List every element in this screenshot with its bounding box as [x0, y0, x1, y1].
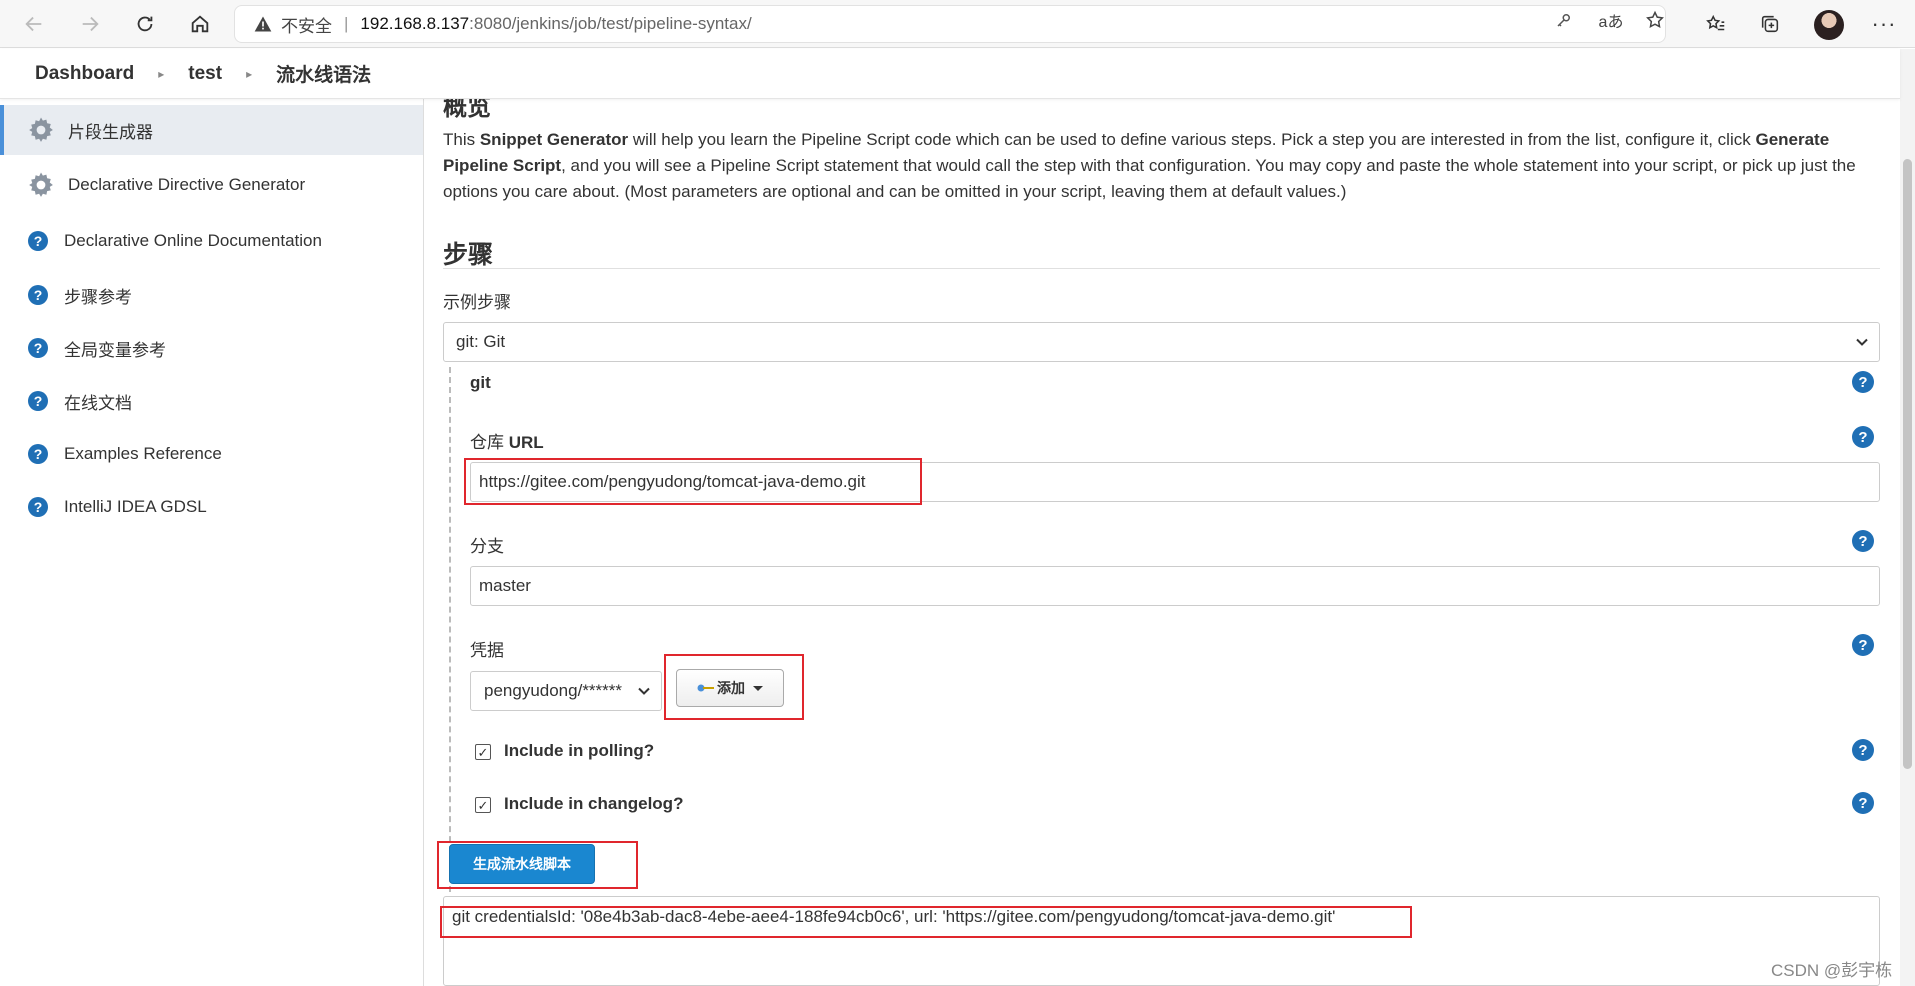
- favorite-star-icon[interactable]: [1644, 9, 1666, 31]
- add-credentials-button[interactable]: 添加: [676, 669, 784, 707]
- help-icon[interactable]: ?: [1852, 371, 1874, 393]
- collections-icon[interactable]: [1756, 10, 1784, 38]
- chevron-down-icon: [1856, 338, 1868, 346]
- key-icon: [697, 684, 714, 692]
- step-config-rail: [449, 367, 451, 922]
- branch-value: master: [479, 576, 531, 595]
- chevron-down-icon: [638, 687, 650, 695]
- forward-arrow-icon[interactable]: [74, 8, 106, 40]
- sidebar-item-examples-reference[interactable]: ? Examples Reference: [0, 429, 423, 479]
- page-scrollbar[interactable]: [1900, 49, 1915, 986]
- sidebar-item-online-docs[interactable]: ? 在线文档: [0, 376, 423, 426]
- sidebar: 片段生成器 Declarative Directive Generator ? …: [0, 99, 424, 986]
- include-polling-checkbox[interactable]: ✓: [475, 744, 491, 760]
- branch-input[interactable]: master: [470, 566, 1880, 606]
- read-aloud-icon[interactable]: aあ: [1596, 9, 1626, 31]
- refresh-icon[interactable]: [129, 8, 161, 40]
- git-heading: git: [470, 373, 491, 392]
- repo-url-input[interactable]: https://gitee.com/pengyudong/tomcat-java…: [470, 462, 1880, 502]
- sample-step-label: 示例步骤: [443, 293, 511, 312]
- sidebar-item-snippet-generator[interactable]: 片段生成器: [0, 105, 423, 155]
- gear-icon: [29, 117, 53, 142]
- breadcrumb-pipeline-syntax[interactable]: 流水线语法: [276, 60, 371, 87]
- snippet-generator-description: This Snippet Generator will help you lea…: [443, 127, 1880, 205]
- sidebar-item-global-variables[interactable]: ? 全局变量参考: [0, 323, 423, 373]
- breadcrumb-test[interactable]: test: [188, 63, 222, 85]
- sidebar-item-intellij-gdsl[interactable]: ? IntelliJ IDEA GDSL: [0, 482, 423, 532]
- sidebar-item-label: 在线文档: [64, 393, 132, 413]
- add-button-label: 添加: [717, 680, 745, 696]
- repo-url-value: https://gitee.com/pengyudong/tomcat-java…: [479, 472, 866, 491]
- generate-button-label: 生成流水线脚本: [473, 856, 571, 872]
- sidebar-item-label: Examples Reference: [64, 444, 222, 463]
- gear-icon: [29, 172, 53, 197]
- caret-down-icon: [753, 685, 763, 691]
- breadcrumb-chevron-icon: ▸: [246, 66, 253, 81]
- sidebar-item-online-documentation[interactable]: ? Declarative Online Documentation: [0, 216, 423, 266]
- description-bold: Snippet Generator: [479, 130, 629, 149]
- back-arrow-icon[interactable]: [18, 8, 50, 40]
- include-changelog-label: Include in changelog?: [504, 794, 684, 813]
- watermark: CSDN @彭宇栋: [1771, 961, 1893, 980]
- help-icon[interactable]: ?: [1852, 792, 1874, 814]
- sidebar-item-steps-reference[interactable]: ? 步骤参考: [0, 270, 423, 320]
- description-text: This: [443, 130, 480, 149]
- generate-pipeline-script-button[interactable]: 生成流水线脚本: [449, 844, 595, 884]
- help-icon[interactable]: ?: [1852, 634, 1874, 656]
- sidebar-item-label: Declarative Online Documentation: [64, 231, 322, 250]
- include-polling-label: Include in polling?: [504, 741, 655, 760]
- sample-step-value: git: Git: [456, 332, 506, 351]
- sidebar-item-label: 步骤参考: [64, 287, 132, 307]
- insecure-label: 不安全: [281, 16, 332, 36]
- browser-toolbar: 不安全 | 192.168.8.137:8080/jenkins/job/tes…: [0, 0, 1915, 48]
- more-menu-icon[interactable]: ···: [1870, 10, 1898, 38]
- sidebar-item-label: 全局变量参考: [64, 340, 166, 360]
- help-icon: ?: [28, 391, 48, 411]
- help-icon: ?: [28, 444, 48, 464]
- include-changelog-checkbox[interactable]: ✓: [475, 797, 491, 813]
- warning-icon: [254, 16, 272, 32]
- address-bar[interactable]: 不安全 | 192.168.8.137:8080/jenkins/job/tes…: [234, 5, 1666, 43]
- sidebar-item-directive-generator[interactable]: Declarative Directive Generator: [0, 160, 423, 210]
- breadcrumb-dashboard[interactable]: Dashboard: [35, 63, 134, 85]
- help-icon: ?: [28, 497, 48, 517]
- scrollbar-thumb[interactable]: [1903, 159, 1912, 769]
- sidebar-item-label: Declarative Directive Generator: [68, 175, 306, 194]
- url-path: :8080/jenkins/job/test/pipeline-syntax/: [469, 14, 752, 33]
- main-content: 概览 This Snippet Generator will help you …: [443, 94, 1880, 986]
- favorites-icon[interactable]: [1702, 10, 1730, 38]
- section-divider: [443, 268, 1880, 269]
- url-host: 192.168.8.137: [360, 14, 470, 33]
- sidebar-item-label: 片段生成器: [68, 122, 153, 142]
- repo-url-label-cn: 仓库: [470, 433, 509, 452]
- home-icon[interactable]: [184, 8, 216, 40]
- sample-step-select[interactable]: git: Git: [443, 322, 1880, 362]
- help-icon[interactable]: ?: [1852, 530, 1874, 552]
- description-text: , and you will see a Pipeline Script sta…: [443, 156, 1856, 201]
- branch-label: 分支: [470, 537, 504, 556]
- address-separator: |: [344, 14, 349, 33]
- repo-url-label: 仓库 URL: [470, 428, 544, 453]
- credentials-value: pengyudong/******: [484, 681, 623, 700]
- credentials-label: 凭据: [470, 641, 504, 660]
- breadcrumb: Dashboard ▸ test ▸ 流水线语法: [0, 49, 1900, 99]
- steps-title: 步骤: [443, 241, 494, 269]
- breadcrumb-chevron-icon: ▸: [158, 66, 165, 81]
- help-icon: ?: [28, 285, 48, 305]
- description-text: will help you learn the Pipeline Script …: [628, 130, 1756, 149]
- generated-script-output[interactable]: git credentialsId: '08e4b3ab-dac8-4ebe-a…: [443, 896, 1880, 986]
- repo-url-label-en: URL: [508, 433, 544, 452]
- generated-script-text: git credentialsId: '08e4b3ab-dac8-4ebe-a…: [452, 907, 1336, 926]
- sidebar-item-label: IntelliJ IDEA GDSL: [64, 497, 207, 516]
- credentials-select[interactable]: pengyudong/******: [470, 671, 662, 711]
- help-icon: ?: [28, 231, 48, 251]
- profile-avatar[interactable]: [1814, 10, 1844, 40]
- help-icon[interactable]: ?: [1852, 739, 1874, 761]
- key-icon[interactable]: [1553, 9, 1575, 31]
- help-icon[interactable]: ?: [1852, 426, 1874, 448]
- help-icon: ?: [28, 338, 48, 358]
